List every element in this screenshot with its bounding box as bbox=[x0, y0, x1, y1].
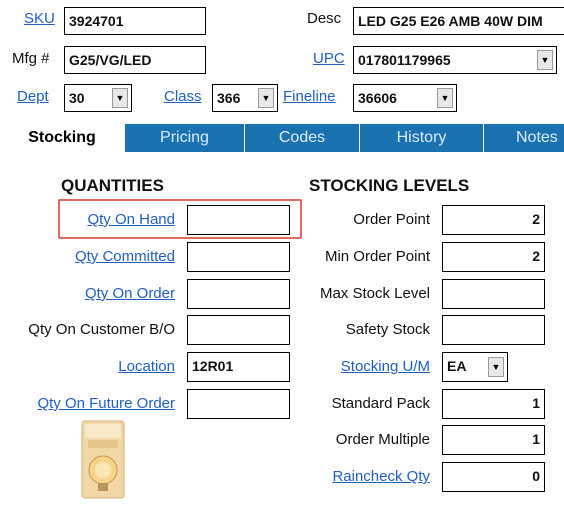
dept-link[interactable]: Dept bbox=[17, 87, 49, 107]
tab-stocking[interactable]: Stocking bbox=[0, 124, 124, 152]
standard-pack-label: Standard Pack bbox=[331, 395, 430, 412]
qty-committed-field[interactable] bbox=[187, 242, 290, 272]
tab-pricing[interactable]: Pricing bbox=[124, 124, 244, 152]
order-point-field[interactable]: 2 bbox=[442, 205, 545, 235]
stocking-um-link[interactable]: Stocking U/M bbox=[341, 357, 430, 377]
safety-stock-field[interactable] bbox=[442, 315, 545, 345]
qty-customer-bo-label: Qty On Customer B/O bbox=[28, 321, 175, 338]
mfg-label: Mfg # bbox=[12, 50, 50, 67]
qty-on-hand-field[interactable] bbox=[187, 205, 290, 235]
tab-history[interactable]: History bbox=[359, 124, 483, 152]
raincheck-qty-link[interactable]: Raincheck Qty bbox=[332, 467, 430, 487]
dept-value: 30 bbox=[69, 90, 85, 106]
qty-on-order-link[interactable]: Qty On Order bbox=[85, 284, 175, 304]
sku-field[interactable]: 3924701 bbox=[64, 7, 206, 35]
chevron-down-icon[interactable]: ▼ bbox=[537, 50, 553, 70]
dept-select[interactable]: 30 ▼ bbox=[64, 84, 132, 112]
upc-select[interactable]: 017801179965 ▼ bbox=[353, 46, 557, 74]
max-stock-level-field[interactable] bbox=[442, 279, 545, 309]
tab-notes[interactable]: Notes bbox=[483, 124, 564, 152]
qty-on-order-field[interactable] bbox=[187, 279, 290, 309]
class-select[interactable]: 366 ▼ bbox=[212, 84, 278, 112]
chevron-down-icon[interactable]: ▼ bbox=[258, 88, 274, 108]
mfg-field[interactable]: G25/VG/LED bbox=[64, 46, 206, 74]
class-link[interactable]: Class bbox=[164, 87, 202, 107]
class-value: 366 bbox=[217, 90, 241, 106]
qty-on-hand-link[interactable]: Qty On Hand bbox=[87, 210, 175, 230]
location-link[interactable]: Location bbox=[118, 357, 175, 377]
order-multiple-field[interactable]: 1 bbox=[442, 425, 545, 455]
min-order-point-field[interactable]: 2 bbox=[442, 242, 545, 272]
stocking-um-value: EA bbox=[447, 358, 467, 374]
stocking-um-select[interactable]: EA ▼ bbox=[442, 352, 508, 382]
product-image bbox=[80, 420, 126, 500]
desc-label: Desc bbox=[307, 10, 342, 27]
fineline-value: 36606 bbox=[358, 90, 397, 106]
chevron-down-icon[interactable]: ▼ bbox=[112, 88, 128, 108]
min-order-point-label: Min Order Point bbox=[324, 248, 430, 265]
tab-codes[interactable]: Codes bbox=[244, 124, 359, 152]
desc-field[interactable]: LED G25 E26 AMB 40W DIM bbox=[353, 7, 564, 35]
qty-future-order-link[interactable]: Qty On Future Order bbox=[37, 394, 175, 414]
order-multiple-label: Order Multiple bbox=[335, 431, 430, 448]
qty-future-order-field[interactable] bbox=[187, 389, 290, 419]
chevron-down-icon[interactable]: ▼ bbox=[437, 88, 453, 108]
upc-link[interactable]: UPC bbox=[313, 49, 345, 69]
safety-stock-label: Safety Stock bbox=[345, 321, 430, 338]
fineline-link[interactable]: Fineline bbox=[283, 87, 336, 107]
fineline-select[interactable]: 36606 ▼ bbox=[353, 84, 457, 112]
max-stock-level-label: Max Stock Level bbox=[319, 285, 430, 302]
chevron-down-icon[interactable]: ▼ bbox=[488, 357, 504, 377]
qty-customer-bo-field[interactable] bbox=[187, 315, 290, 345]
location-field[interactable]: 12R01 bbox=[187, 352, 290, 382]
order-point-label: Order Point bbox=[353, 211, 430, 228]
sku-link[interactable]: SKU bbox=[24, 9, 55, 29]
stocking-levels-heading: STOCKING LEVELS bbox=[309, 176, 470, 195]
upc-value: 017801179965 bbox=[358, 52, 451, 68]
quantities-heading: QUANTITIES bbox=[61, 176, 164, 195]
standard-pack-field[interactable]: 1 bbox=[442, 389, 545, 419]
raincheck-qty-field[interactable]: 0 bbox=[442, 462, 545, 492]
qty-committed-link[interactable]: Qty Committed bbox=[75, 247, 175, 267]
